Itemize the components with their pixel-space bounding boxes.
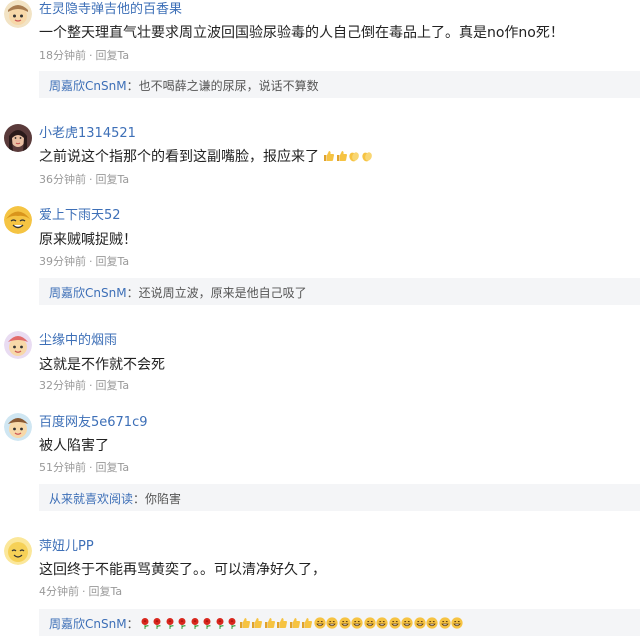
reply-text: ：你陷害 — [133, 492, 182, 506]
grin-icon — [413, 617, 426, 629]
reply-emoji-group — [139, 617, 464, 631]
reply-box: 从来就喜欢阅读：你陷害 — [39, 484, 640, 511]
reply-button[interactable]: 回复Ta — [96, 461, 130, 474]
grin-icon — [338, 617, 351, 629]
thumbs-up-icon — [301, 617, 313, 629]
reply-username-link[interactable]: 周嘉欣CnSnM — [49, 286, 127, 300]
comment-text: 一个整天理直气壮要求周立波回国验尿验毒的人自己倒在毒品上了。真是no作no死！ — [39, 25, 564, 41]
reply-text: ：也不喝薛之谦的尿尿，说话不算数 — [126, 79, 319, 93]
comment-text: 这回终于不能再骂黄奕了。。可以清净好久了， — [39, 562, 326, 578]
rose-icon — [201, 617, 213, 629]
reply-text: ：还说周立波，原来是他自己吸了 — [126, 286, 307, 300]
comment-text: 被人陷害了 — [39, 438, 109, 454]
user-avatar[interactable] — [4, 124, 32, 152]
grin-icon — [388, 617, 401, 629]
grin-icon — [401, 617, 413, 629]
username-link[interactable]: 爱上下雨天52 — [39, 204, 121, 223]
reply-button[interactable]: 回复Ta — [96, 255, 130, 268]
reply-box: 周嘉欣CnSnM：还说周立波，原来是他自己吸了 — [39, 278, 640, 305]
reply-username-link[interactable]: 周嘉欣CnSnM — [49, 79, 127, 93]
rose-icon — [151, 617, 163, 629]
separator: · — [89, 379, 93, 392]
timestamp: 4分钟前 — [39, 585, 79, 598]
username-link[interactable]: 百度网友5e671c9 — [39, 411, 148, 430]
thumbs-up-icon — [324, 151, 335, 161]
thumbs-up-icon — [336, 151, 348, 161]
separator: · — [89, 49, 93, 62]
thumbs-up-icon — [264, 617, 276, 629]
grin-icon — [351, 617, 363, 629]
comment-meta: 39分钟前 · 回复Ta — [39, 253, 129, 269]
thumbs-up-icon — [289, 617, 301, 629]
grin-icon — [326, 617, 338, 629]
separator: · — [89, 173, 93, 186]
separator: · — [89, 255, 93, 268]
emoji-group — [319, 149, 373, 165]
grin-icon — [438, 617, 451, 629]
timestamp: 18分钟前 — [39, 49, 86, 62]
reply-username-link[interactable]: 周嘉欣CnSnM — [49, 617, 127, 631]
thumbs-up-icon — [276, 617, 288, 629]
comment-text: 这就是不作就不会死 — [39, 357, 165, 373]
reply-button[interactable]: 回复Ta — [96, 379, 130, 392]
comment-meta: 4分钟前 · 回复Ta — [39, 583, 122, 599]
grin-icon — [426, 617, 438, 629]
clap-icon — [349, 152, 360, 162]
reply-button[interactable]: 回复Ta — [96, 173, 130, 186]
user-avatar[interactable] — [4, 413, 32, 441]
reply-box: 周嘉欣CnSnM：也不喝薛之谦的尿尿，说话不算数 — [39, 71, 640, 98]
timestamp: 32分钟前 — [39, 379, 86, 392]
grin-icon — [451, 617, 463, 629]
thumbs-up-icon — [251, 617, 263, 629]
timestamp: 51分钟前 — [39, 461, 86, 474]
separator: · — [82, 585, 86, 598]
reply-text: ： — [126, 617, 139, 631]
rose-icon — [164, 617, 176, 629]
grin-icon — [313, 617, 326, 629]
grin-icon — [363, 617, 376, 629]
separator: · — [89, 461, 93, 474]
rose-icon — [139, 617, 151, 629]
comment-text: 原来贼喊捉贼！ — [39, 232, 137, 248]
user-avatar[interactable] — [4, 0, 32, 28]
user-avatar[interactable] — [4, 537, 32, 565]
comment-meta: 51分钟前 · 回复Ta — [39, 459, 129, 475]
comment-meta: 36分钟前 · 回复Ta — [39, 171, 129, 187]
username-link[interactable]: 小老虎1314521 — [39, 122, 136, 141]
grin-icon — [376, 617, 388, 629]
user-avatar[interactable] — [4, 206, 32, 234]
username-link[interactable]: 在灵隐寺弹吉他的百香果 — [39, 0, 182, 17]
clap-icon — [362, 152, 372, 162]
username-link[interactable]: 萍妞儿PP — [39, 535, 94, 554]
reply-button[interactable]: 回复Ta — [89, 585, 123, 598]
username-link[interactable]: 尘缘中的烟雨 — [39, 329, 117, 348]
rose-icon — [189, 617, 201, 629]
rose-icon — [176, 617, 188, 629]
reply-button[interactable]: 回复Ta — [96, 49, 130, 62]
comment-text: 之前说这个指那个的看到这副嘴脸，报应来了 — [39, 149, 319, 165]
rose-icon — [226, 617, 238, 629]
thumbs-up-icon — [239, 617, 251, 629]
comment-meta: 32分钟前 · 回复Ta — [39, 377, 129, 393]
timestamp: 36分钟前 — [39, 173, 86, 186]
comment-meta: 18分钟前 · 回复Ta — [39, 47, 129, 63]
user-avatar[interactable] — [4, 331, 32, 359]
comment-text-row: 之前说这个指那个的看到这副嘴脸，报应来了 — [39, 146, 373, 166]
timestamp: 39分钟前 — [39, 255, 86, 268]
reply-username-link[interactable]: 从来就喜欢阅读 — [49, 492, 133, 506]
rose-icon — [214, 617, 226, 629]
